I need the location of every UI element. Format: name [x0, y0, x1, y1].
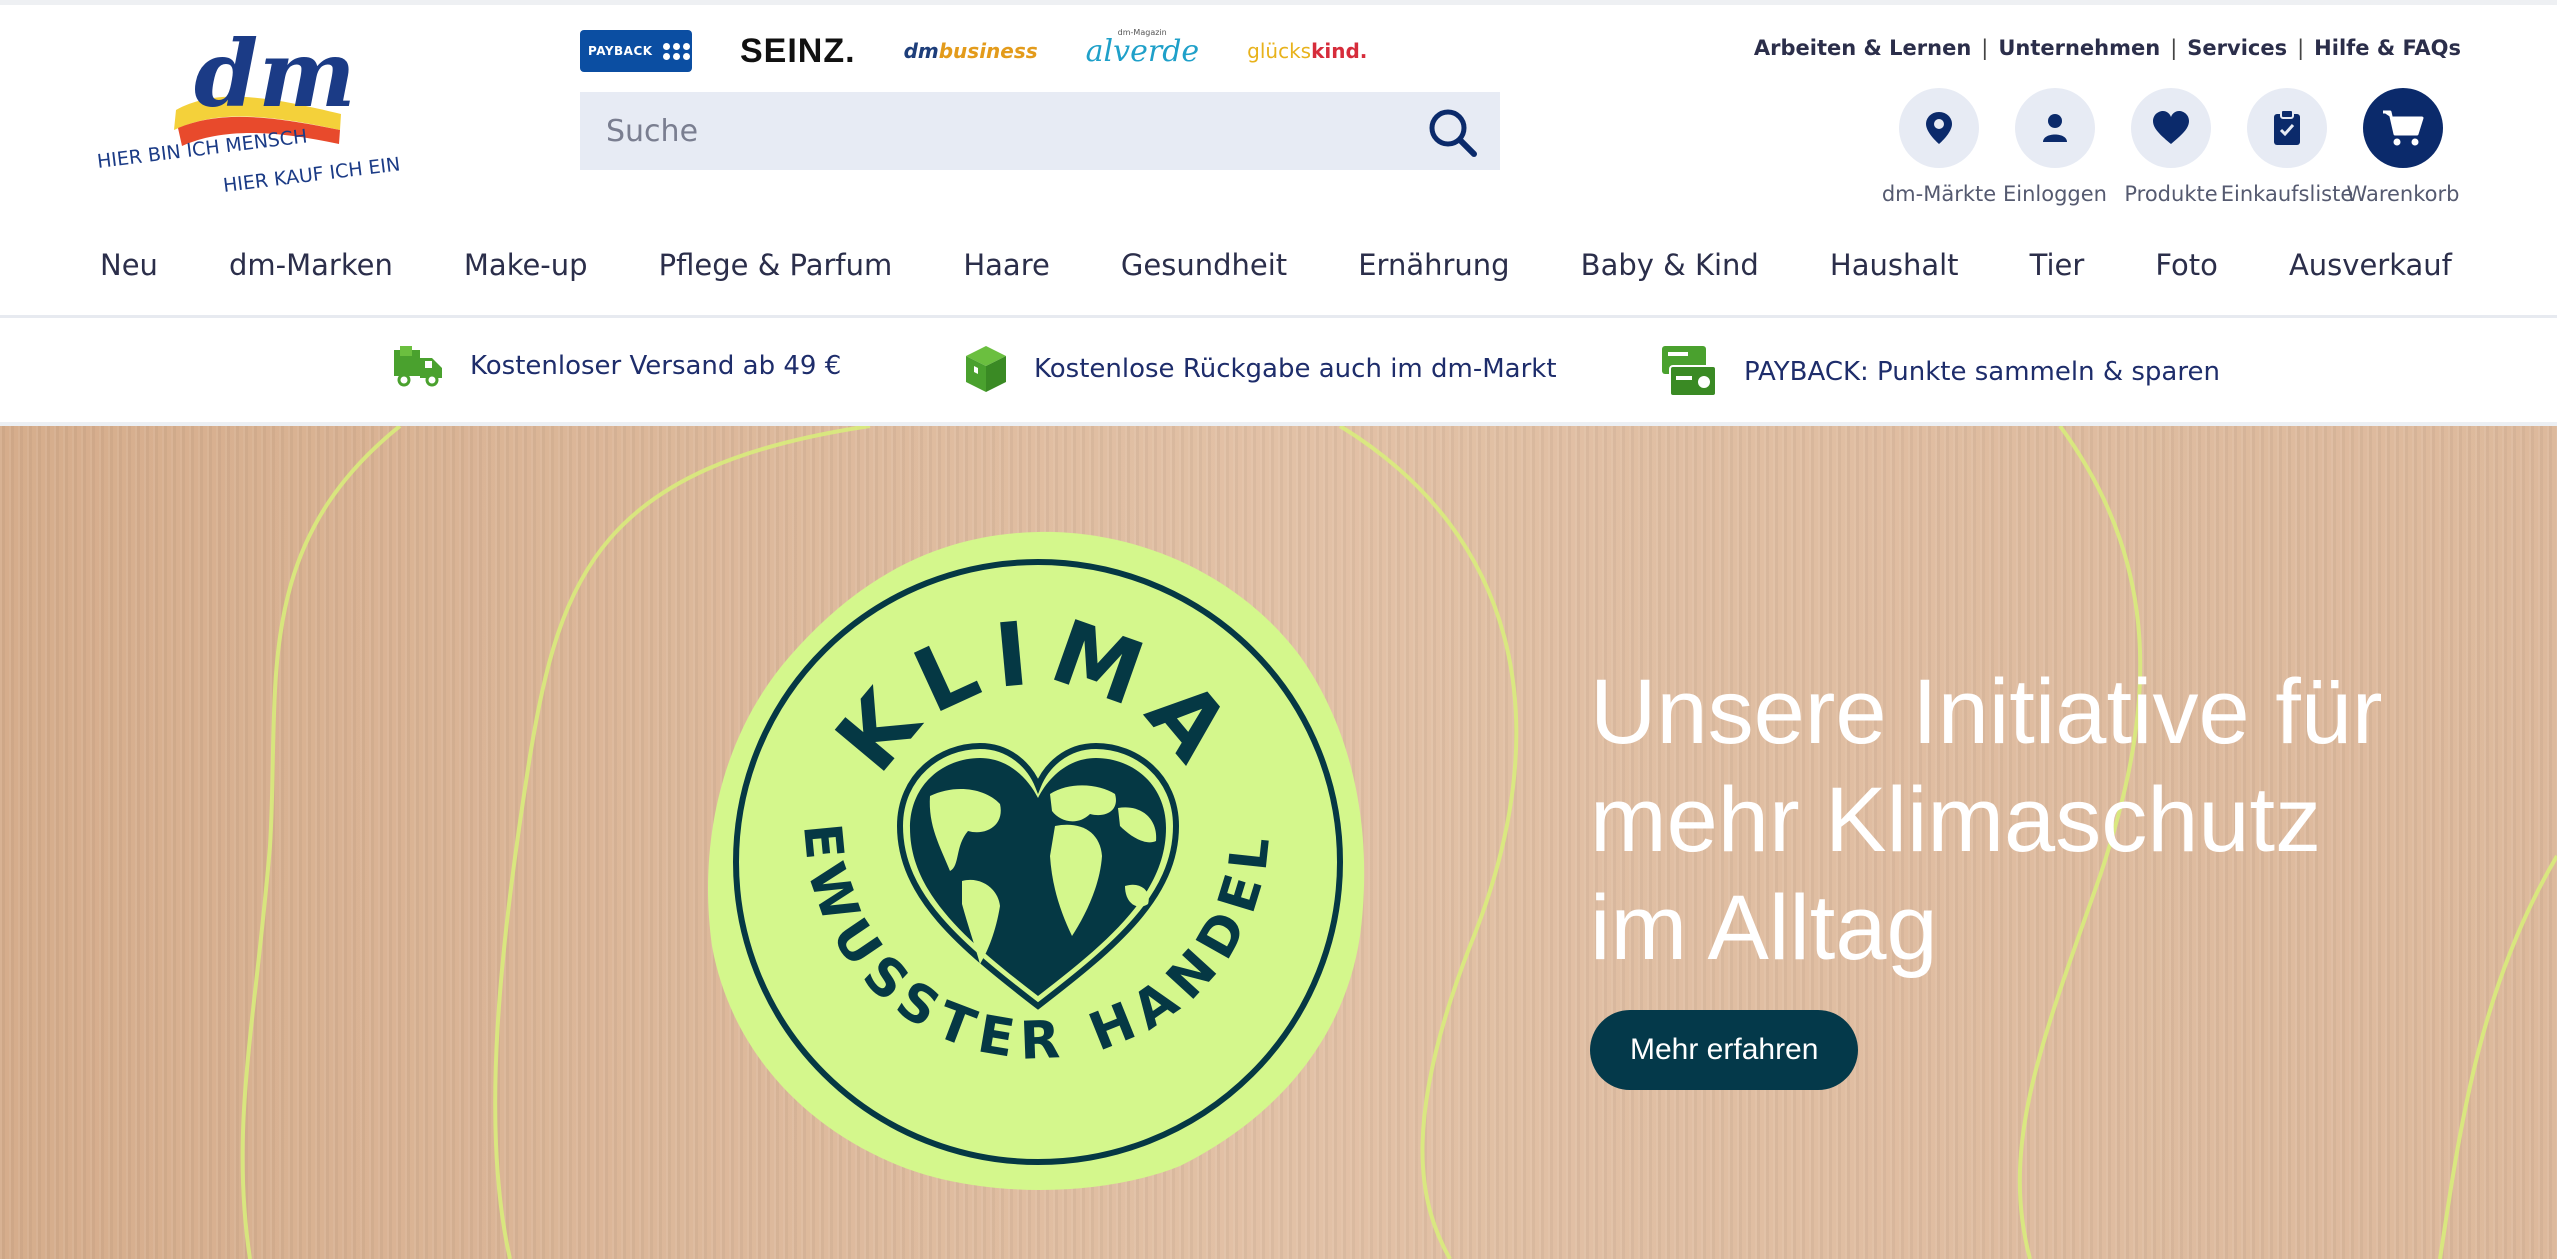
- util-link-unternehmen[interactable]: Unternehmen: [1998, 36, 2160, 60]
- separator: |: [1981, 36, 1989, 60]
- util-link-services[interactable]: Services: [2187, 36, 2287, 60]
- cart-label: Warenkorb: [2346, 182, 2460, 206]
- logo-brand-text: dm: [194, 20, 356, 128]
- usp-shipping-text: Kostenloser Versand ab 49 €: [470, 351, 842, 381]
- nav-item-tier[interactable]: Tier: [2030, 248, 2085, 282]
- nav-item-haushalt[interactable]: Haushalt: [1830, 248, 1959, 282]
- glueckskind-prefix: glücks: [1247, 39, 1312, 63]
- glueckskind-suffix: kind.: [1311, 39, 1368, 63]
- shopping-list-label: Einkaufsliste: [2220, 182, 2354, 206]
- hero-title-line-3: im Alltag: [1590, 877, 1938, 979]
- alverde-small-text: dm-Magazin: [1117, 27, 1167, 37]
- clipboard-check-icon: [2274, 109, 2300, 145]
- separator: |: [2297, 36, 2305, 60]
- glueckskind-brand-link[interactable]: glückskind.: [1247, 39, 1367, 63]
- heart-icon: [2153, 111, 2189, 144]
- nav-item-make-up[interactable]: Make-up: [464, 248, 588, 282]
- logo-tagline-2: HIER KAUF ICH EIN: [222, 153, 402, 197]
- hero-title-line-1: Unsere Initiative für: [1590, 661, 2383, 763]
- learn-more-button[interactable]: Mehr erfahren: [1590, 1010, 1859, 1090]
- nav-item-baby-kind[interactable]: Baby & Kind: [1581, 248, 1759, 282]
- usp-payback-text: PAYBACK: Punkte sammeln & sparen: [1744, 357, 2220, 387]
- separator: |: [2170, 36, 2178, 60]
- search-icon: [1429, 109, 1477, 157]
- payback-brand-text: PAYBACK: [588, 44, 653, 58]
- usp-shipping[interactable]: Kostenloser Versand ab 49 €: [392, 344, 841, 388]
- usp-payback[interactable]: PAYBACK: Punkte sammeln & sparen: [1660, 344, 2220, 400]
- stores-label: dm-Märkte: [1881, 182, 1997, 206]
- payback-brand-link[interactable]: PAYBACK: [580, 30, 692, 72]
- favorites-button[interactable]: Produkte: [2113, 88, 2229, 206]
- cart-button[interactable]: Warenkorb: [2345, 88, 2461, 206]
- nav-item-neu[interactable]: Neu: [100, 248, 158, 282]
- nav-item-foto[interactable]: Foto: [2155, 248, 2218, 282]
- search-input[interactable]: [606, 113, 1426, 149]
- nav-item-gesundheit[interactable]: Gesundheit: [1121, 248, 1287, 282]
- usp-return[interactable]: Kostenlose Rückgabe auch im dm-Markt: [964, 344, 1557, 394]
- nav-item-ernaehrung[interactable]: Ernährung: [1358, 248, 1509, 282]
- alverde-brand-link[interactable]: dm-Magazin alverde: [1085, 28, 1200, 69]
- seinz-brand-link[interactable]: SEINZ.: [740, 32, 856, 71]
- klima-badge: KLIMA BEWUSSTER HANDELN: [700, 526, 1365, 1190]
- stores-button[interactable]: dm-Märkte: [1881, 88, 1997, 206]
- header-actions: dm-Märkte Einloggen Produkte Einkaufslis…: [1881, 88, 2461, 206]
- stores-icon-circle: [1899, 88, 1979, 168]
- favorites-label: Produkte: [2124, 182, 2218, 206]
- hero-title-line-2: mehr Klimaschutz: [1590, 769, 2322, 871]
- payback-dots-icon: [662, 42, 690, 60]
- login-label: Einloggen: [2003, 182, 2107, 206]
- utility-links: Arbeiten & Lernen | Unternehmen | Servic…: [1754, 36, 2461, 60]
- site-header: dm HIER BIN ICH MENSCH HIER KAUF ICH EIN…: [0, 0, 2557, 318]
- alverde-text: alverde: [1085, 33, 1200, 69]
- favorites-icon-circle: [2131, 88, 2211, 168]
- util-link-hilfe[interactable]: Hilfe & FAQs: [2314, 36, 2461, 60]
- search-button[interactable]: [1426, 106, 1480, 160]
- usp-bar: Kostenloser Versand ab 49 € Kostenlose R…: [0, 318, 2557, 424]
- user-icon: [2043, 114, 2067, 142]
- dm-logo[interactable]: dm HIER BIN ICH MENSCH HIER KAUF ICH EIN: [96, 18, 426, 203]
- shopping-list-button[interactable]: Einkaufsliste: [2221, 88, 2353, 206]
- usp-return-text: Kostenlose Rückgabe auch im dm-Markt: [1034, 354, 1557, 384]
- brand-links: PAYBACK SEINZ. dmbusiness dm-Magazin alve…: [580, 28, 1367, 74]
- dmbusiness-prefix: dm: [903, 39, 939, 63]
- util-link-arbeiten[interactable]: Arbeiten & Lernen: [1754, 36, 1971, 60]
- nav-item-pflege-parfum[interactable]: Pflege & Parfum: [659, 248, 893, 282]
- dmbusiness-suffix: business: [938, 39, 1038, 63]
- main-navigation: Neu dm-Marken Make-up Pflege & Parfum Ha…: [100, 248, 2452, 282]
- nav-item-haare[interactable]: Haare: [963, 248, 1049, 282]
- dmbusiness-brand-link[interactable]: dmbusiness: [904, 39, 1038, 63]
- nav-item-ausverkauf[interactable]: Ausverkauf: [2289, 248, 2452, 282]
- login-icon-circle: [2015, 88, 2095, 168]
- cart-icon-circle: [2363, 88, 2443, 168]
- search-bar: [580, 92, 1500, 170]
- login-button[interactable]: Einloggen: [1997, 88, 2113, 206]
- package-box-icon: [966, 346, 1006, 392]
- shopping-list-icon-circle: [2247, 88, 2327, 168]
- delivery-truck-icon: [394, 346, 442, 387]
- payback-cards-icon: [1662, 346, 1717, 397]
- nav-item-dm-marken[interactable]: dm-Marken: [229, 248, 393, 282]
- cart-icon: [2383, 110, 2424, 146]
- location-pin-icon: [1926, 112, 1952, 144]
- hero-title: Unsere Initiative für mehr Klimaschutz i…: [1590, 658, 2490, 982]
- top-strip: [0, 0, 2557, 5]
- hero-banner[interactable]: KLIMA BEWUSSTER HANDELN Unsere Initiativ…: [0, 426, 2557, 1259]
